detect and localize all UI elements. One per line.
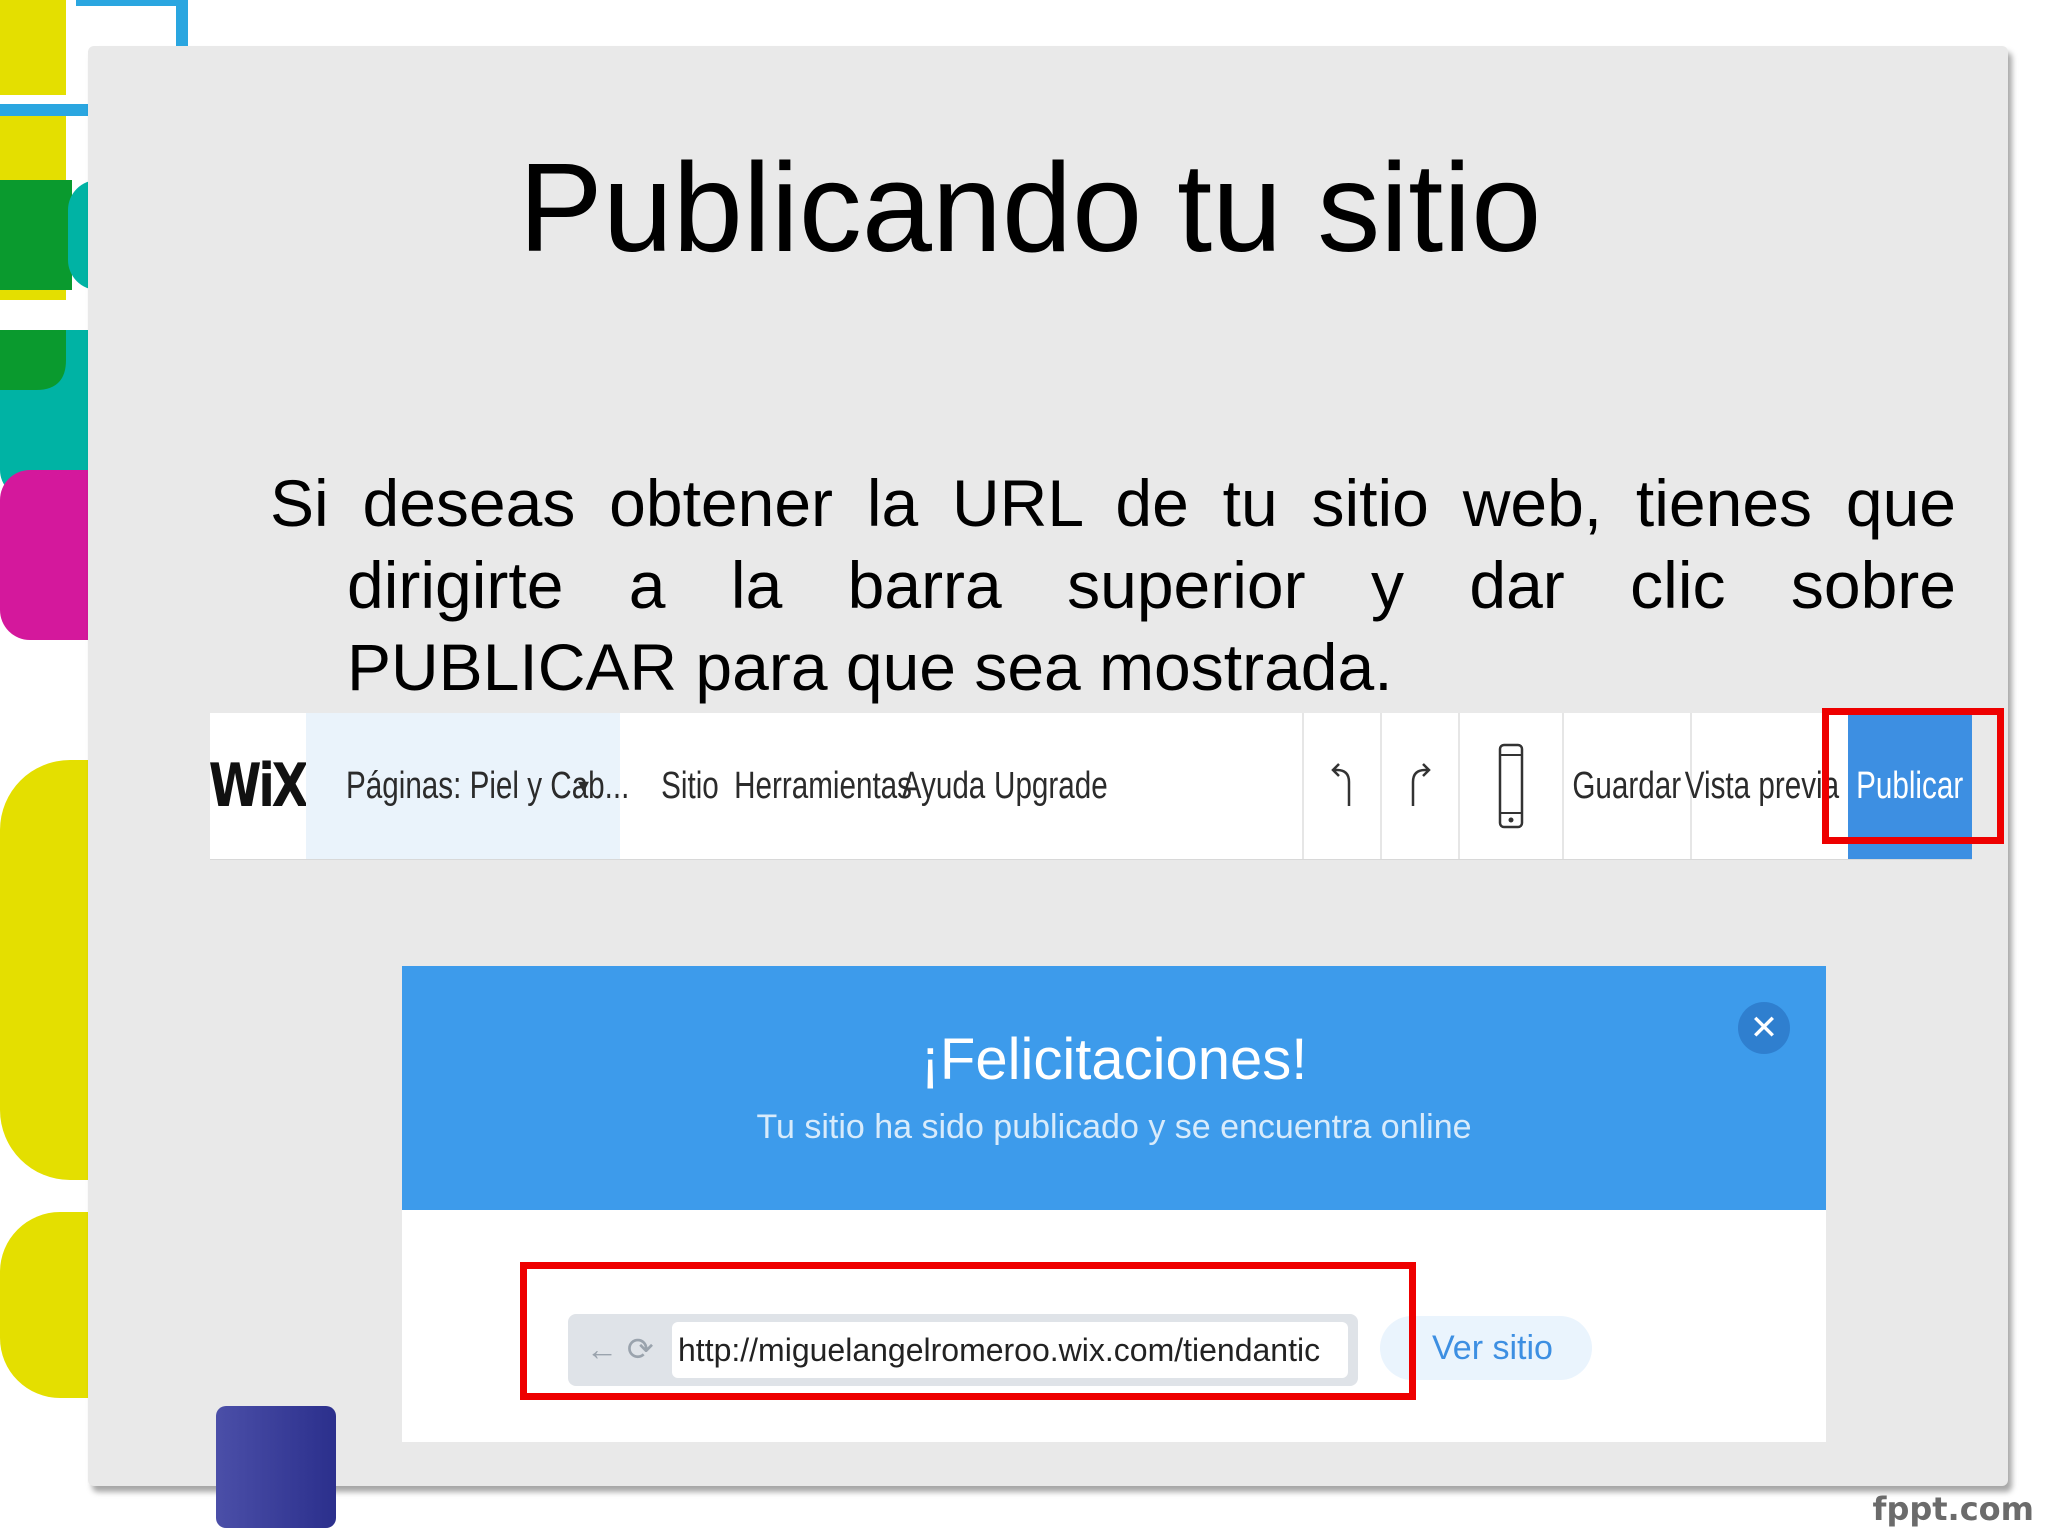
close-button[interactable]: ✕ <box>1738 1002 1790 1054</box>
body-line-3: PUBLICAR para que sea mostrada. <box>347 630 1393 704</box>
close-icon: ✕ <box>1749 1009 1779 1047</box>
decorative-square <box>216 1406 336 1528</box>
undo-icon <box>1331 763 1351 806</box>
pages-dropdown[interactable]: Páginas: Piel y Cab... ▾ <box>306 713 629 859</box>
url-highlight <box>520 1262 1416 1400</box>
preview-button[interactable]: Vista previa <box>1685 713 1839 859</box>
undo-button[interactable] <box>1302 713 1380 859</box>
slide-body: Si deseas obtener la URL de tu sitio web… <box>270 462 1956 708</box>
wix-toolbar: WiX Páginas: Piel y Cab... ▾ Sitio Herra… <box>208 713 1972 860</box>
mobile-view-button[interactable] <box>1458 713 1562 859</box>
menu-herramientas[interactable]: Herramientas <box>734 713 912 859</box>
dialog-title: ¡Felicitaciones! <box>920 1027 1308 1092</box>
body-line-2: dirigirte a la barra superior y dar clic… <box>347 548 1956 622</box>
slide-title: Publicando tu sitio <box>518 137 1542 278</box>
menu-sitio[interactable]: Sitio <box>650 713 730 859</box>
mobile-icon <box>1498 743 1524 829</box>
menu-ayuda[interactable]: Ayuda <box>902 713 986 859</box>
dropdown-icon: ▾ <box>578 773 590 798</box>
publish-highlight <box>1822 708 2004 844</box>
menu-upgrade[interactable]: Upgrade <box>994 713 1108 859</box>
redo-button[interactable] <box>1380 713 1458 859</box>
save-button[interactable]: Guardar <box>1562 713 1690 859</box>
redo-icon <box>1411 763 1431 806</box>
wix-logo: WiX <box>208 751 309 821</box>
footer-brand: fppt.com <box>1872 1490 2034 1528</box>
dialog-header: ¡Felicitaciones! Tu sitio ha sido public… <box>402 966 1826 1210</box>
dialog-subtitle: Tu sitio ha sido publicado y se encuentr… <box>756 1108 1472 1146</box>
body-line-1: Si deseas obtener la URL de tu sitio web… <box>270 466 1956 540</box>
